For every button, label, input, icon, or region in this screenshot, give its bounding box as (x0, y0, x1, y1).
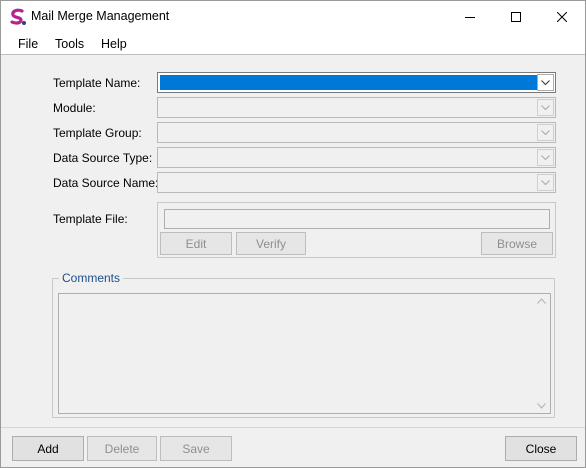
template-group-dropdown-button[interactable] (537, 124, 554, 141)
chevron-down-icon (541, 154, 550, 160)
menu-bar: File Tools Help (1, 32, 585, 55)
template-group-label: Template Group: (53, 126, 142, 140)
chevron-down-icon (541, 79, 550, 85)
add-button[interactable]: Add (12, 436, 84, 461)
save-button[interactable]: Save (160, 436, 232, 461)
mail-merge-window: Mail Merge Management File Tools Help Te… (0, 0, 586, 468)
menu-tools[interactable]: Tools (55, 37, 84, 51)
close-icon (557, 11, 567, 22)
maximize-icon (511, 11, 521, 22)
comments-legend: Comments (59, 271, 124, 285)
template-file-label: Template File: (53, 212, 128, 226)
data-source-name-label: Data Source Name: (53, 176, 159, 190)
browse-button[interactable]: Browse (481, 232, 553, 255)
data-source-name-combo[interactable] (157, 172, 556, 193)
template-name-dropdown-button[interactable] (537, 74, 554, 91)
minimize-icon (465, 16, 475, 18)
scroll-down-icon[interactable] (537, 403, 546, 409)
template-name-combo[interactable] (157, 72, 556, 93)
window-title: Mail Merge Management (31, 9, 170, 23)
edit-button[interactable]: Edit (160, 232, 232, 255)
chevron-down-icon (541, 179, 550, 185)
menu-help[interactable]: Help (101, 37, 127, 51)
close-button[interactable]: Close (505, 436, 577, 461)
comments-group: Comments (52, 271, 555, 418)
template-name-label: Template Name: (53, 76, 141, 90)
delete-button[interactable]: Delete (87, 436, 157, 461)
data-source-type-label: Data Source Type: (53, 151, 153, 165)
verify-button[interactable]: Verify (236, 232, 306, 255)
data-source-type-combo[interactable] (157, 147, 556, 168)
scroll-up-icon[interactable] (537, 298, 546, 304)
comments-textarea[interactable] (58, 293, 551, 414)
module-dropdown-button[interactable] (537, 99, 554, 116)
data-source-name-dropdown-button[interactable] (537, 174, 554, 191)
menu-file[interactable]: File (18, 37, 38, 51)
template-file-field[interactable] (164, 209, 550, 229)
minimize-button[interactable] (447, 1, 493, 32)
chevron-down-icon (541, 129, 550, 135)
close-window-button[interactable] (539, 1, 585, 32)
module-label: Module: (53, 101, 96, 115)
template-name-selection (160, 75, 539, 90)
data-source-type-dropdown-button[interactable] (537, 149, 554, 166)
template-file-group: Edit Verify Browse (157, 202, 556, 258)
module-combo[interactable] (157, 97, 556, 118)
template-group-combo[interactable] (157, 122, 556, 143)
footer-separator (1, 427, 585, 428)
title-bar[interactable]: Mail Merge Management (1, 1, 585, 32)
chevron-down-icon (541, 104, 550, 110)
maximize-button[interactable] (493, 1, 539, 32)
app-logo-icon (10, 8, 26, 25)
